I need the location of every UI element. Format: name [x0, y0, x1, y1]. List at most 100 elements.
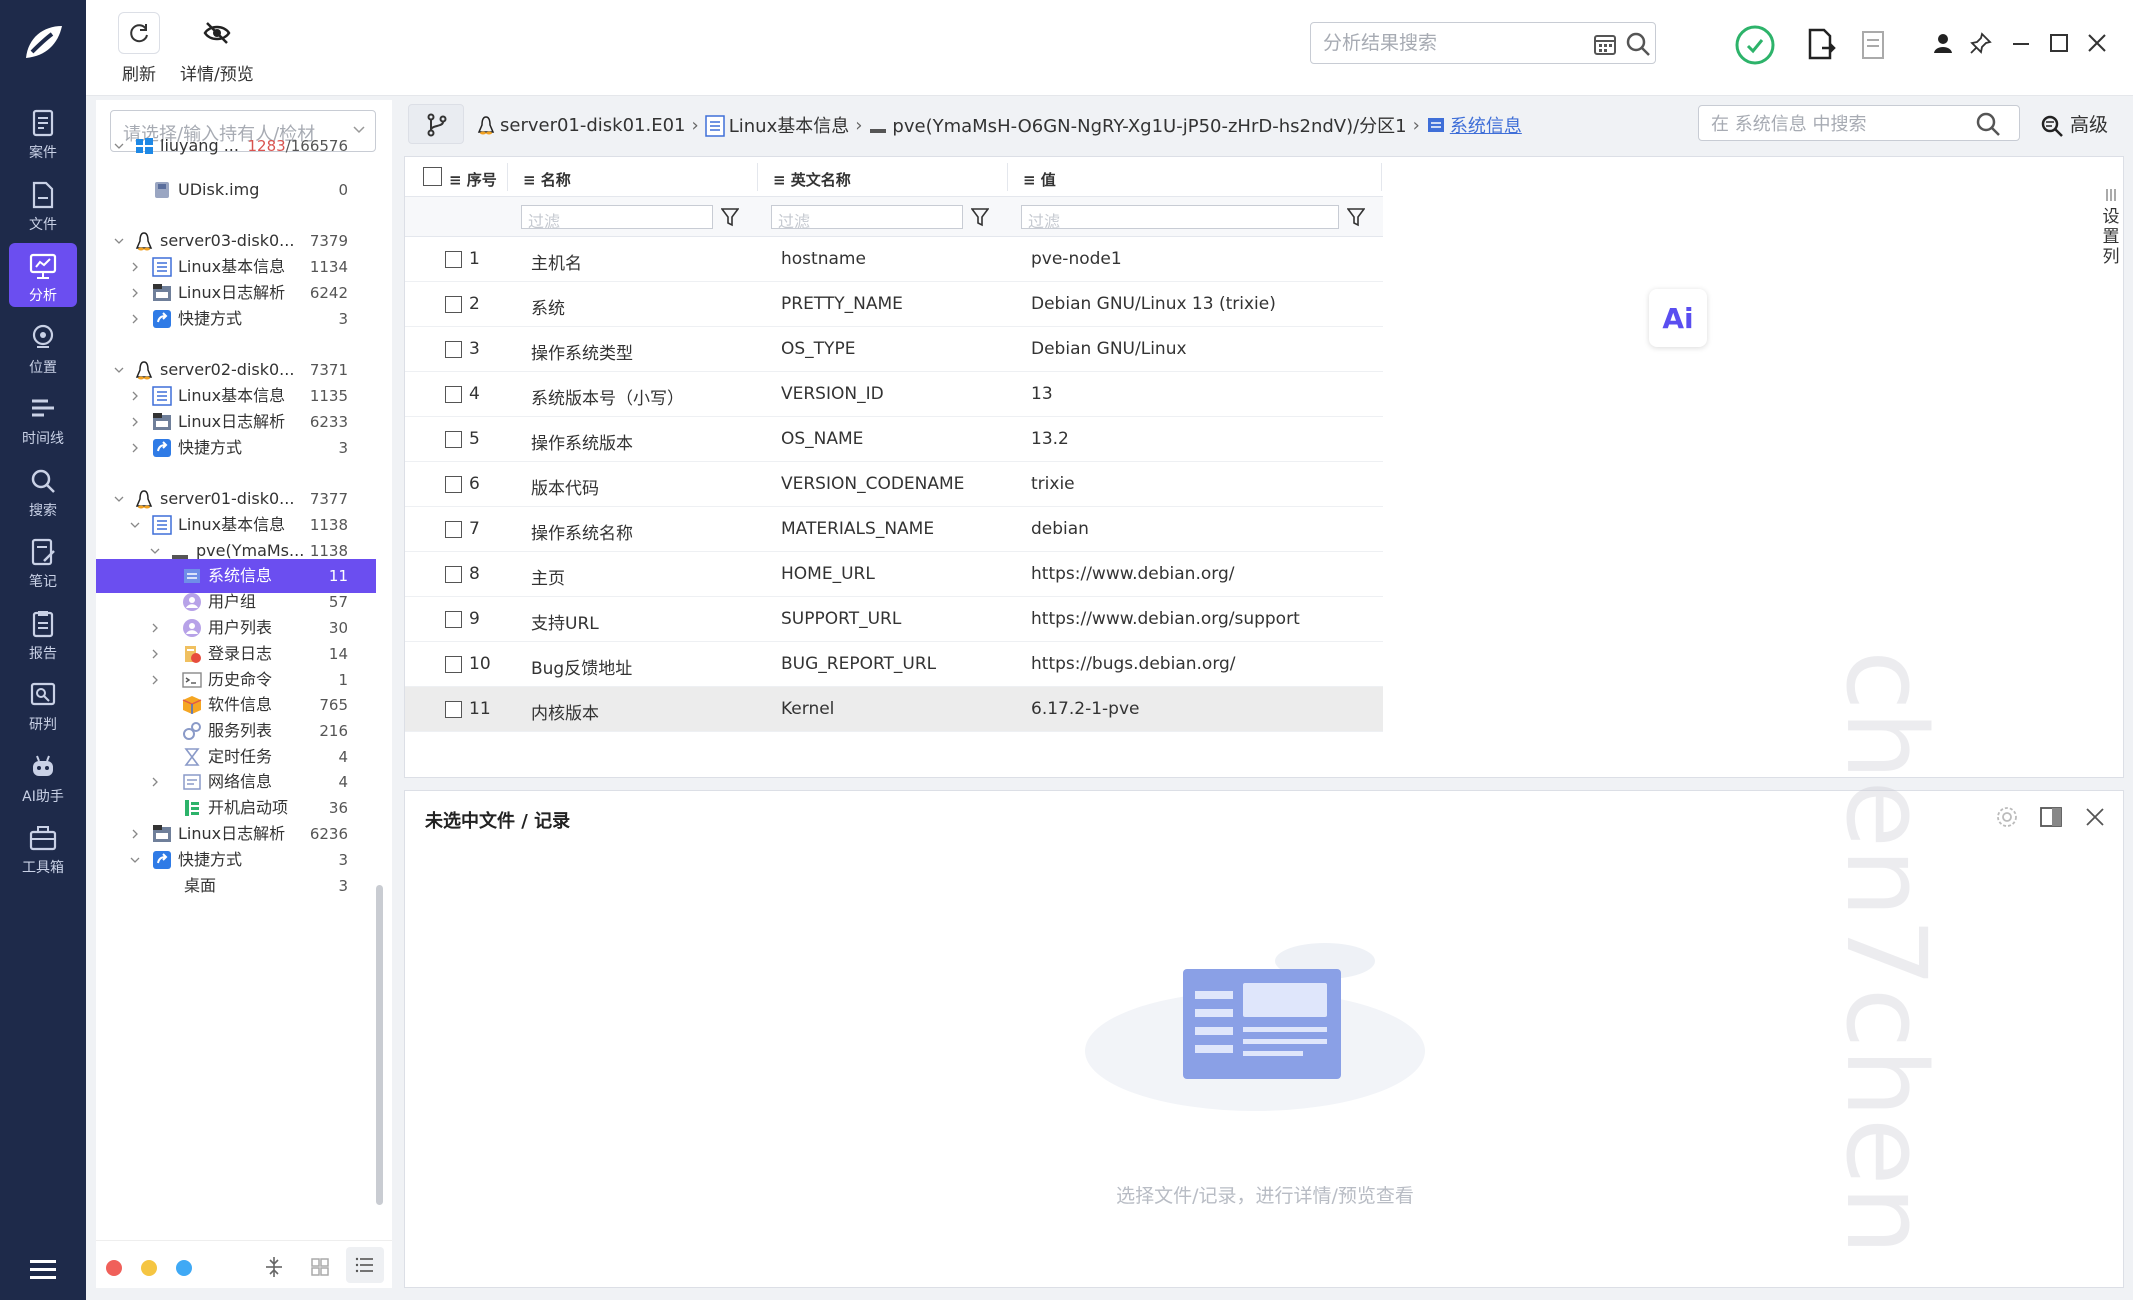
close-window-icon[interactable] [2086, 32, 2108, 54]
chevron-down-icon[interactable] [130, 520, 140, 530]
analysis-search-box[interactable] [1310, 22, 1656, 64]
table-row[interactable]: 6 版本代码 VERSION_CODENAME trixie [405, 462, 1383, 507]
filter-icon[interactable] [721, 207, 739, 227]
table-search-input[interactable] [1711, 112, 1971, 136]
row-checkbox[interactable] [445, 566, 462, 583]
preview-toggle-button[interactable]: 详情/预览 [180, 12, 254, 85]
chevron-right-icon[interactable] [130, 314, 140, 324]
nav-item-search[interactable]: 搜索 [9, 458, 77, 522]
tree-item[interactable]: 快捷方式 3 [96, 431, 376, 465]
refresh-button[interactable]: 刷新 [118, 12, 160, 85]
advanced-search-button[interactable]: 高级 [2040, 110, 2108, 138]
header-name[interactable]: ≡ 名称 [523, 169, 571, 190]
chevron-down-icon[interactable] [114, 141, 124, 151]
nav-item-location[interactable]: 位置 [9, 315, 77, 379]
analysis-search-input[interactable] [1323, 31, 1573, 55]
chevron-right-icon[interactable] [150, 675, 160, 685]
row-checkbox[interactable] [445, 611, 462, 628]
chevron-down-icon[interactable] [150, 546, 160, 556]
red-dot[interactable] [106, 1260, 122, 1276]
chevron-right-icon[interactable] [130, 288, 140, 298]
row-checkbox[interactable] [445, 386, 462, 403]
chevron-right-icon[interactable] [150, 777, 160, 787]
tree-item[interactable]: 桌面 3 [96, 869, 376, 903]
user-icon[interactable] [1932, 32, 1954, 54]
nav-item-analysis[interactable]: 分析 [9, 243, 77, 307]
breadcrumb-item-evidence[interactable]: server01-disk01.E01 [500, 115, 686, 136]
tree-scrollbar[interactable] [376, 885, 383, 1205]
row-checkbox[interactable] [445, 701, 462, 718]
header-en-name[interactable]: ≡ 英文名称 [773, 169, 851, 190]
nav-item-ai-assistant[interactable]: AI助手 [9, 744, 77, 808]
header-value[interactable]: ≡ 值 [1023, 169, 1056, 190]
collapse-all-icon[interactable] [264, 1255, 284, 1279]
chevron-right-icon[interactable] [130, 391, 140, 401]
breadcrumb-item-category[interactable]: Linux基本信息 [729, 112, 850, 138]
chevron-down-icon[interactable] [114, 365, 124, 375]
table-row[interactable]: 4 系统版本号（小写） VERSION_ID 13 [405, 372, 1383, 417]
table-row[interactable]: 3 操作系统类型 OS_TYPE Debian GNU/Linux [405, 327, 1383, 372]
tree-item[interactable]: UDisk.img 0 [96, 173, 376, 207]
row-checkbox[interactable] [445, 296, 462, 313]
chevron-right-icon[interactable] [130, 417, 140, 427]
filter-icon[interactable] [971, 207, 989, 227]
branch-toggle-button[interactable] [408, 104, 464, 144]
table-row[interactable]: 9 支持URL SUPPORT_URL https://www.debian.org/… [405, 597, 1383, 642]
row-checkbox[interactable] [445, 431, 462, 448]
row-checkbox[interactable] [445, 341, 462, 358]
calendar-icon[interactable] [1593, 32, 1617, 56]
list-view-button[interactable] [346, 1247, 384, 1283]
minimize-icon[interactable] [2010, 32, 2032, 54]
close-icon[interactable] [2083, 805, 2107, 829]
tree-item[interactable]: 快捷方式 3 [96, 302, 376, 336]
breadcrumb-item-partition[interactable]: pve(YmaMsH-O6GN-NgRY-Xg1U-jP50-zHrD-hs2n… [892, 112, 1406, 138]
header-index[interactable]: ≡ 序号 [449, 169, 497, 190]
grid-view-icon[interactable] [310, 1257, 330, 1277]
gear-icon[interactable] [1995, 805, 2019, 829]
table-row[interactable]: 5 操作系统版本 OS_NAME 13.2 [405, 417, 1383, 462]
filter-value-input[interactable]: 过滤 [1021, 205, 1339, 231]
export-file-icon[interactable] [1806, 28, 1836, 60]
chevron-right-icon[interactable] [130, 262, 140, 272]
split-panel-icon[interactable] [2039, 805, 2063, 829]
maximize-icon[interactable] [2048, 32, 2070, 54]
pin-icon[interactable] [1970, 32, 1992, 54]
search-icon[interactable] [1975, 111, 2001, 137]
yellow-dot[interactable] [141, 1260, 157, 1276]
tree-item[interactable]: liuyang ... 1283/166576 [96, 129, 376, 163]
nav-item-note[interactable]: 笔记 [9, 529, 77, 593]
nav-item-timeline[interactable]: 时间线 [9, 386, 77, 450]
table-row[interactable]: 2 系统 PRETTY_NAME Debian GNU/Linux 13 (trixi… [405, 282, 1383, 327]
menu-hamburger-icon[interactable] [28, 1258, 58, 1280]
filter-en-input[interactable]: 过滤 [771, 205, 963, 231]
nav-item-report[interactable]: 报告 [9, 601, 77, 665]
nav-item-file[interactable]: 文件 [9, 172, 77, 236]
filter-icon[interactable] [1347, 207, 1365, 227]
row-checkbox[interactable] [445, 521, 462, 538]
nav-item-judge[interactable]: 研判 [9, 672, 77, 736]
settings-column-button[interactable]: 设置列 [2099, 187, 2123, 267]
nav-item-toolbox[interactable]: 工具箱 [9, 815, 77, 879]
chevron-down-icon[interactable] [130, 855, 140, 865]
table-row[interactable]: 7 操作系统名称 MATERIALS_NAME debian [405, 507, 1383, 552]
chevron-right-icon[interactable] [150, 649, 160, 659]
blue-dot[interactable] [176, 1260, 192, 1276]
table-row[interactable]: 10 Bug反馈地址 BUG_REPORT_URL https://bugs.debi… [405, 642, 1383, 687]
breadcrumb-item-current[interactable]: 系统信息 [1450, 112, 1522, 138]
table-row[interactable]: 8 主页 HOME_URL https://www.debian.org/ [405, 552, 1383, 597]
chevron-right-icon[interactable] [130, 829, 140, 839]
shield-check-icon[interactable] [1734, 24, 1776, 66]
filter-name-input[interactable]: 过滤 [521, 205, 713, 231]
report-file-icon[interactable] [1860, 30, 1886, 60]
nav-item-case[interactable]: 案件 [9, 100, 77, 164]
chevron-down-icon[interactable] [114, 236, 124, 246]
row-checkbox[interactable] [445, 656, 462, 673]
row-checkbox[interactable] [445, 476, 462, 493]
chevron-right-icon[interactable] [130, 443, 140, 453]
select-all-checkbox[interactable] [423, 167, 442, 186]
table-row[interactable]: 11 内核版本 Kernel 6.17.2-1-pve [405, 687, 1383, 732]
chevron-down-icon[interactable] [114, 494, 124, 504]
ai-button[interactable]: Ai [1649, 289, 1707, 347]
table-search-box[interactable] [1698, 105, 2020, 141]
chevron-right-icon[interactable] [150, 623, 160, 633]
